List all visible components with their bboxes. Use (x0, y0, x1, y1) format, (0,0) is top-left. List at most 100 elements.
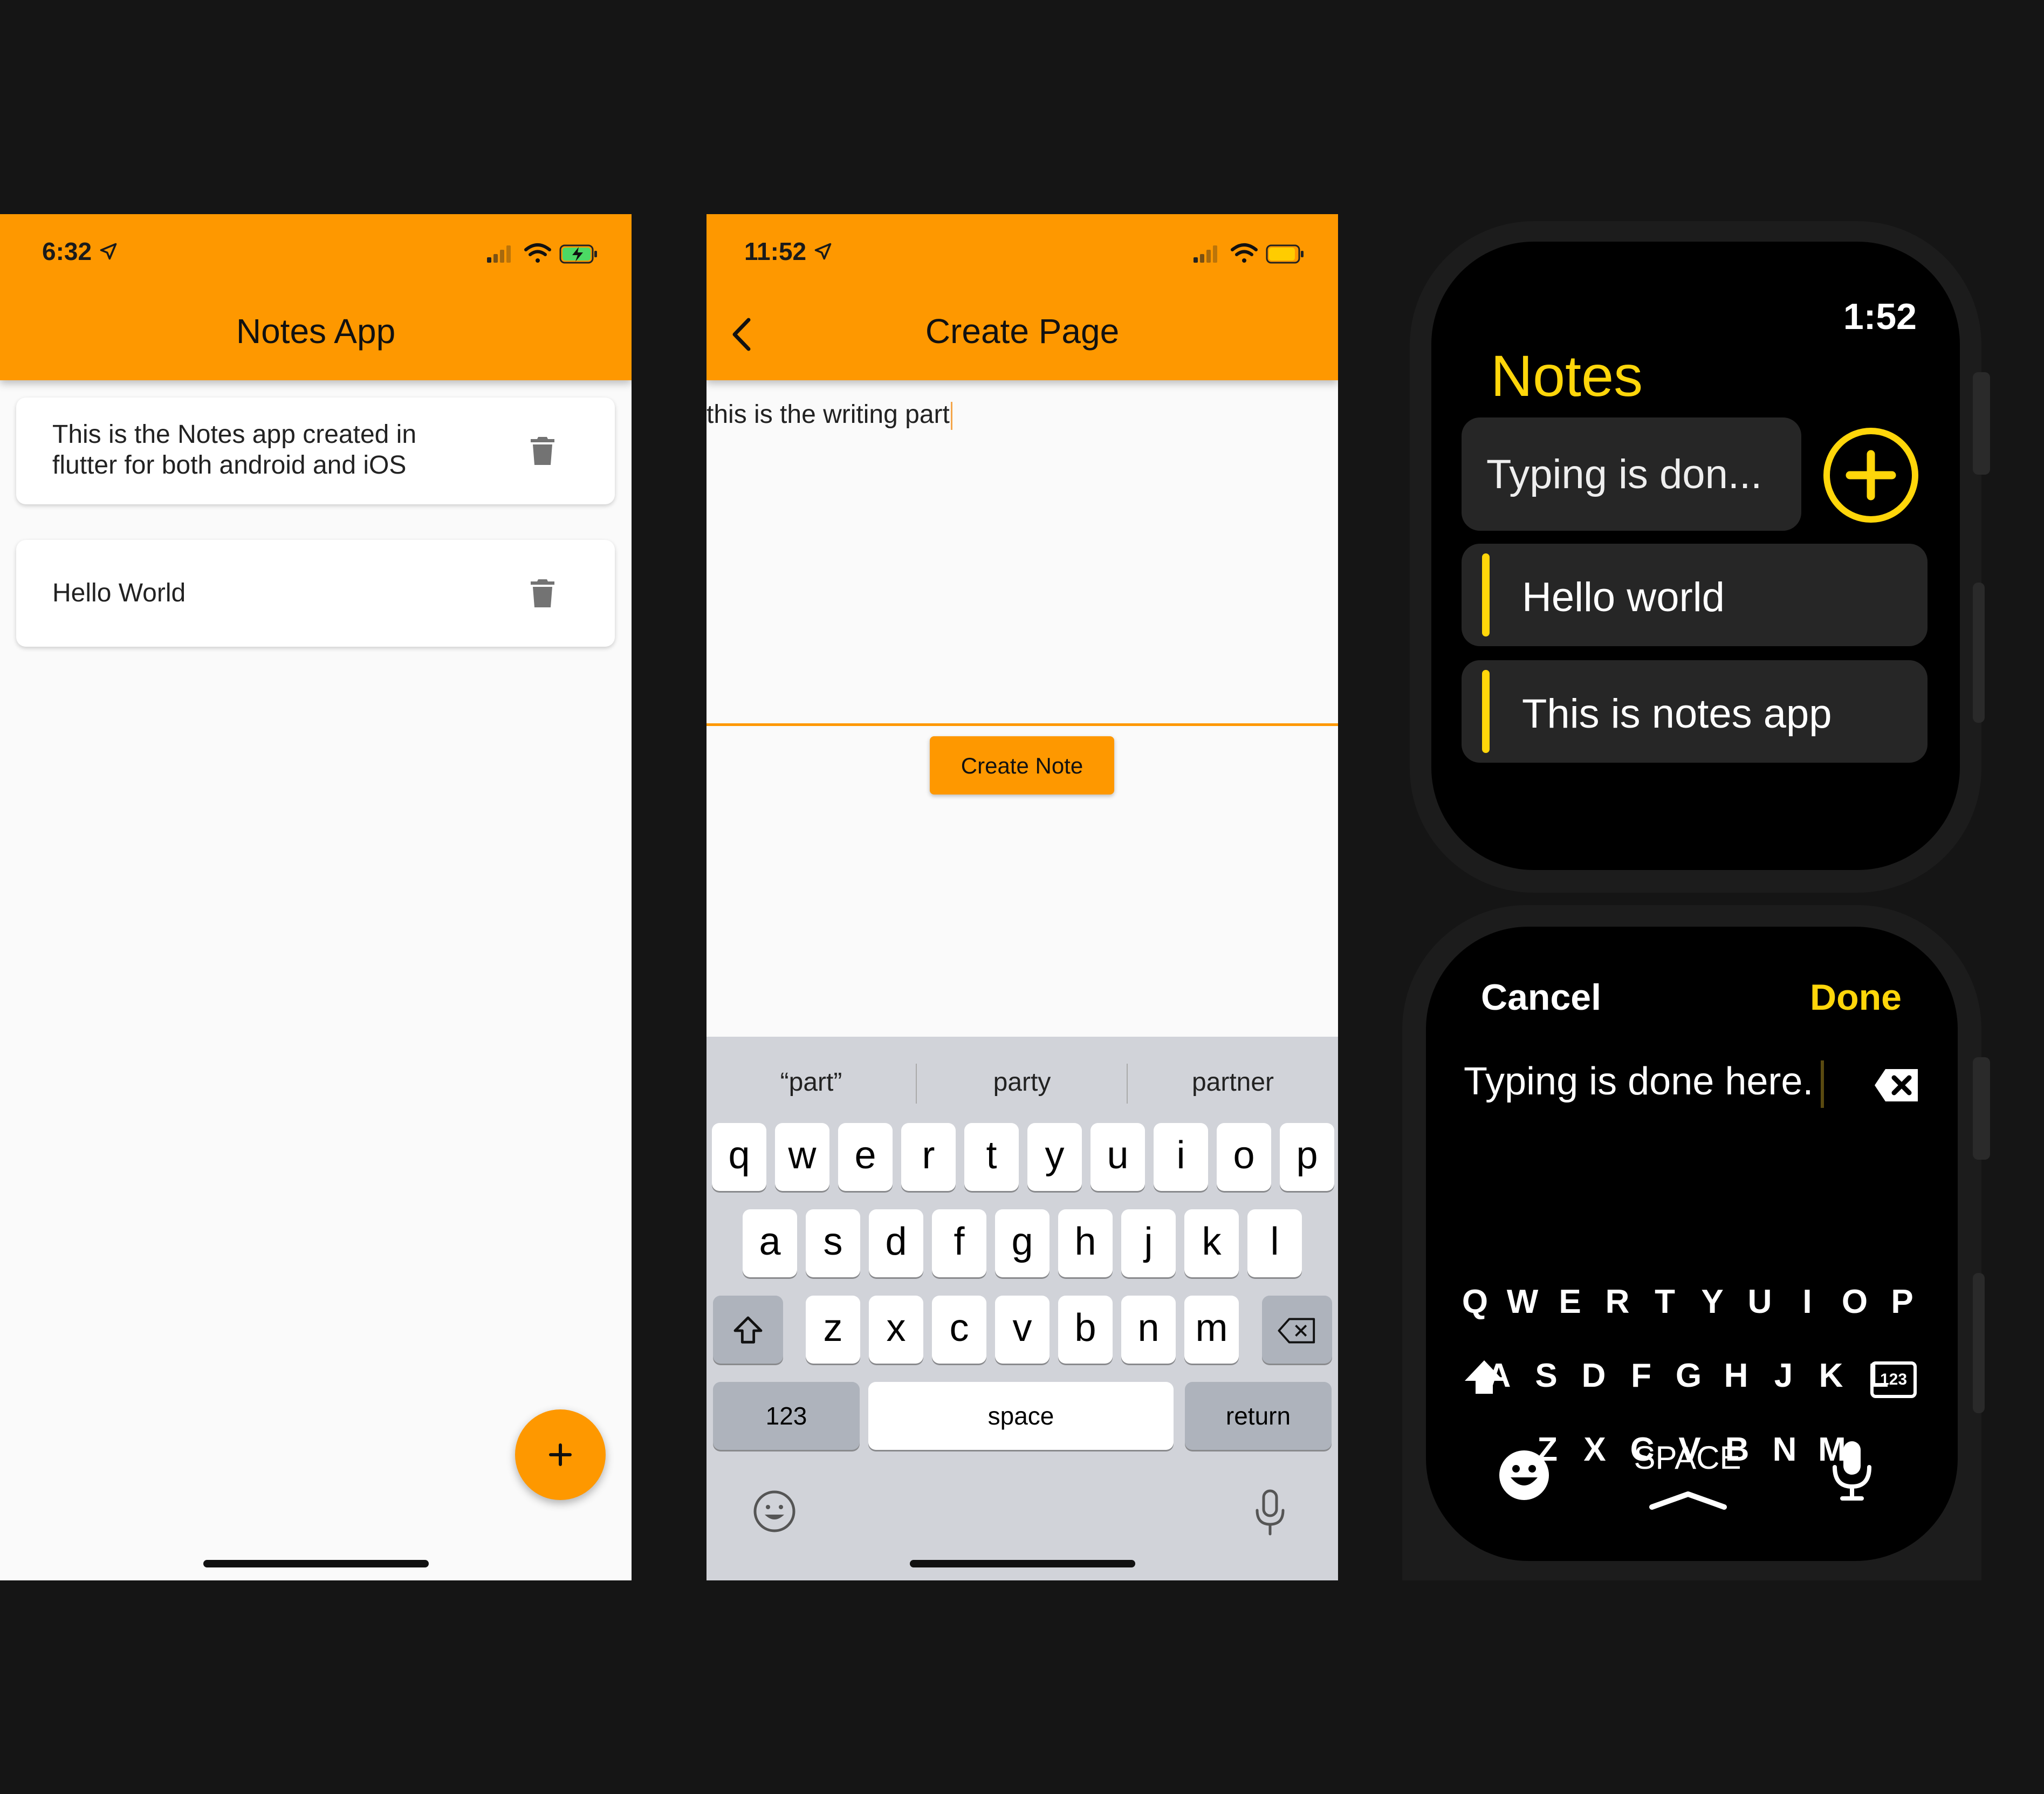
key-c[interactable]: c (932, 1296, 986, 1364)
key-j[interactable]: j (1121, 1209, 1176, 1277)
add-note-button[interactable] (515, 1409, 606, 1500)
key-i[interactable]: i (1154, 1123, 1208, 1191)
watch-key-q[interactable]: Q (1451, 1283, 1499, 1321)
watch-key-u[interactable]: U (1736, 1283, 1784, 1321)
suggestion-1[interactable]: “part” (707, 1047, 916, 1118)
watch-key-y[interactable]: Y (1688, 1283, 1737, 1321)
watch-key-p[interactable]: P (1878, 1283, 1926, 1321)
trash-icon[interactable] (530, 435, 555, 467)
watch-note-item[interactable]: This is notes app (1462, 660, 1928, 763)
note-accent-bar (1482, 670, 1490, 753)
space-key[interactable]: space (868, 1382, 1174, 1450)
watch-text-input[interactable]: Typing is done here. (1464, 1059, 1824, 1108)
key-b[interactable]: b (1058, 1296, 1113, 1364)
shift-key[interactable] (713, 1296, 783, 1364)
digital-crown[interactable] (1973, 372, 1990, 475)
microphone-icon[interactable] (1251, 1489, 1289, 1537)
watch-key-r[interactable]: R (1593, 1283, 1642, 1321)
suggestion-divider (916, 1064, 917, 1104)
watch-key-n[interactable]: N (1760, 1430, 1809, 1469)
battery-charging-icon (559, 244, 597, 264)
app-bar: 11:52 Create Page (707, 214, 1338, 380)
notes-app-screen: 6:32 Notes App This is the Notes app cre… (0, 214, 632, 1580)
home-indicator (203, 1560, 429, 1567)
key-y[interactable]: y (1027, 1123, 1082, 1191)
signal-icon (487, 245, 511, 263)
key-z[interactable]: z (806, 1296, 860, 1364)
suggestion-2[interactable]: party (917, 1047, 1127, 1118)
key-x[interactable]: x (869, 1296, 923, 1364)
emoji-icon[interactable] (752, 1489, 797, 1534)
key-s[interactable]: s (806, 1209, 860, 1277)
key-w[interactable]: w (775, 1123, 829, 1191)
location-icon (814, 243, 832, 260)
key-o[interactable]: o (1217, 1123, 1271, 1191)
digital-crown[interactable] (1973, 1057, 1990, 1160)
status-icons (1194, 243, 1304, 264)
watch-input-button[interactable]: Typing is don... (1462, 417, 1801, 531)
watch-key-j[interactable]: J (1759, 1357, 1808, 1395)
watch-notes-screen: 1:52 Notes Typing is don... Hello world … (1431, 242, 1960, 870)
watch-key-w[interactable]: W (1498, 1283, 1547, 1321)
watch-key-t[interactable]: T (1641, 1283, 1689, 1321)
key-p[interactable]: p (1280, 1123, 1334, 1191)
note-text: This is the Notes app created in flutter… (52, 420, 417, 480)
key-a[interactable]: a (743, 1209, 797, 1277)
trash-icon[interactable] (530, 578, 555, 609)
return-key[interactable]: return (1185, 1382, 1332, 1450)
space-key[interactable]: SPACE (1620, 1439, 1755, 1476)
shift-icon[interactable] (1463, 1358, 1506, 1396)
text-caret (1821, 1060, 1824, 1108)
create-note-button[interactable]: Create Note (930, 736, 1114, 795)
watch-key-k[interactable]: K (1807, 1357, 1855, 1395)
watch-time: 1:52 (1843, 296, 1917, 337)
note-title: Hello world (1522, 574, 1725, 620)
key-k[interactable]: k (1184, 1209, 1239, 1277)
watch-key-x[interactable]: X (1570, 1430, 1619, 1469)
key-r[interactable]: r (901, 1123, 956, 1191)
watch-key-f[interactable]: F (1617, 1357, 1665, 1395)
side-button[interactable] (1973, 583, 1985, 723)
done-button[interactable]: Done (1810, 976, 1902, 1018)
watch-note-item[interactable]: Hello world (1462, 544, 1928, 646)
delete-key[interactable] (1262, 1296, 1332, 1364)
watch-key-h[interactable]: H (1712, 1357, 1760, 1395)
key-m[interactable]: m (1184, 1296, 1239, 1364)
watch-key-d[interactable]: D (1569, 1357, 1618, 1395)
watch-key-e[interactable]: E (1546, 1283, 1594, 1321)
cancel-button[interactable]: Cancel (1481, 976, 1601, 1018)
key-e[interactable]: e (838, 1123, 893, 1191)
add-circle-icon[interactable] (1822, 426, 1920, 524)
note-editor[interactable]: this is the writing part (707, 400, 952, 430)
watch-keyboard-screen: Cancel Done Typing is done here. QWERTYU… (1426, 927, 1958, 1561)
key-f[interactable]: f (932, 1209, 986, 1277)
note-card[interactable]: Hello World (16, 540, 615, 647)
note-accent-bar (1482, 553, 1490, 636)
status-time: 11:52 (744, 237, 833, 266)
watch-key-i[interactable]: I (1783, 1283, 1832, 1321)
key-v[interactable]: v (995, 1296, 1050, 1364)
ios-keyboard: “part” party partner qwertyuiop asdfghjk… (707, 1037, 1338, 1580)
suggestion-3[interactable]: partner (1128, 1047, 1337, 1118)
key-d[interactable]: d (869, 1209, 923, 1277)
note-card[interactable]: This is the Notes app created in flutter… (16, 398, 615, 504)
watch-key-o[interactable]: O (1830, 1283, 1879, 1321)
key-t[interactable]: t (964, 1123, 1019, 1191)
numbers-key[interactable]: 123 (713, 1382, 860, 1450)
emoji-icon[interactable] (1496, 1447, 1552, 1503)
key-l[interactable]: l (1247, 1209, 1302, 1277)
watch-key-s[interactable]: S (1522, 1357, 1570, 1395)
key-u[interactable]: u (1090, 1123, 1145, 1191)
side-button[interactable] (1973, 1273, 1985, 1413)
shift-icon (733, 1316, 763, 1344)
chevron-up-icon[interactable] (1649, 1490, 1727, 1511)
backspace-icon (1278, 1318, 1315, 1344)
backspace-icon[interactable] (1874, 1068, 1920, 1103)
key-q[interactable]: q (712, 1123, 766, 1191)
key-g[interactable]: g (995, 1209, 1050, 1277)
watch-key-g[interactable]: G (1664, 1357, 1713, 1395)
microphone-icon[interactable] (1829, 1439, 1875, 1502)
numbers-key[interactable]: 123 (1870, 1361, 1917, 1398)
key-h[interactable]: h (1058, 1209, 1113, 1277)
key-n[interactable]: n (1121, 1296, 1176, 1364)
